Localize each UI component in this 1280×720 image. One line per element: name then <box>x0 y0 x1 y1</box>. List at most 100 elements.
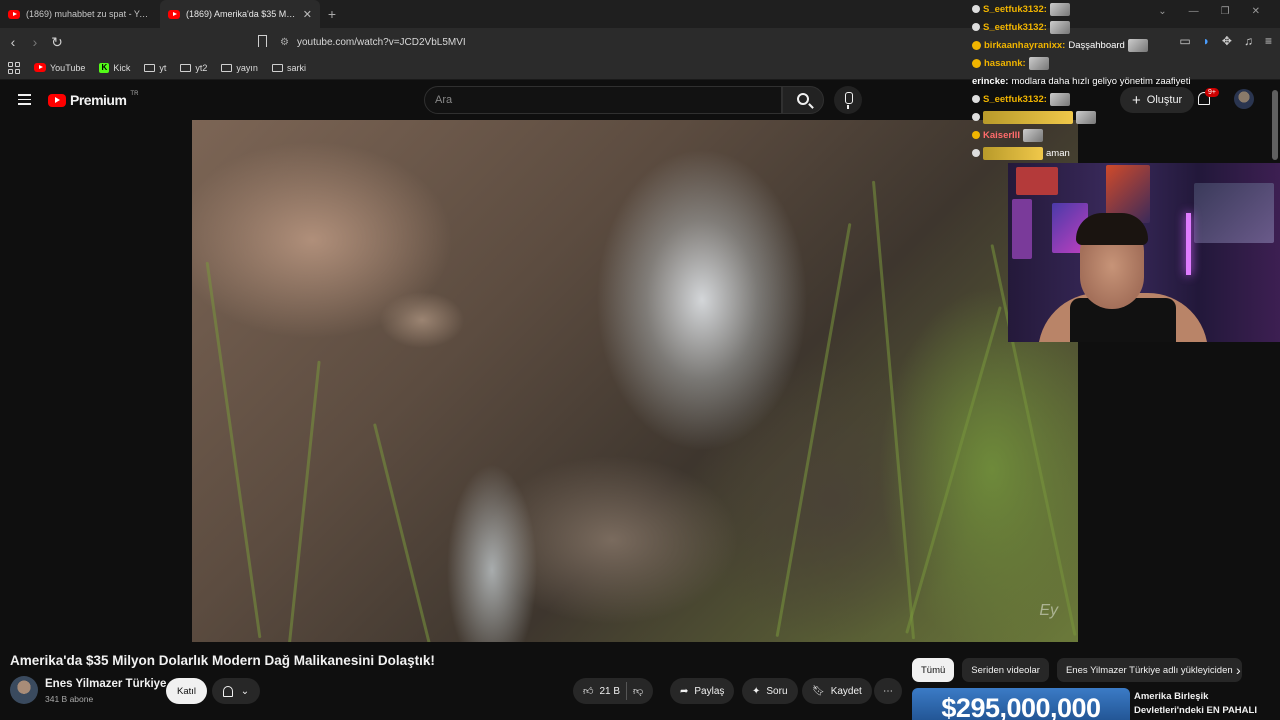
share-button[interactable]: ➦ Paylaş <box>670 678 735 704</box>
search-input[interactable]: Ara <box>424 86 782 114</box>
subscribed-notification-button[interactable]: ⌄ <box>212 678 260 704</box>
channel-watermark[interactable]: Ey <box>1039 602 1058 620</box>
youtube-favicon-icon <box>8 9 20 19</box>
forward-icon[interactable]: › <box>24 34 46 50</box>
chat-message: Daşşahboard <box>1068 39 1125 51</box>
browser-tab[interactable]: (1869) muhabbet zu spat - YouTube <box>0 0 160 28</box>
folder-icon <box>180 63 192 72</box>
chip-series[interactable]: Seriden videolar <box>962 658 1049 682</box>
chat-message: modlara daha hızlı geliyo yönetim zaafiy… <box>1011 75 1191 87</box>
chat-line: birkaanhayranixx: Daşşahboard <box>968 36 1198 54</box>
emote-icon <box>1022 128 1043 142</box>
ask-label: Soru <box>766 685 788 697</box>
chat-user: S_eetfuk3132: <box>983 3 1047 15</box>
bookmark-label: Kick <box>113 62 131 73</box>
emote-icon <box>1049 20 1070 34</box>
maximize-icon[interactable]: ❐ <box>1221 6 1230 17</box>
folder-icon <box>221 63 233 72</box>
url-text: youtube.com/watch?v=JCD2VbL5MVI <box>296 36 466 48</box>
chat-line: KaiserIII <box>968 126 1198 144</box>
youtube-logo-icon <box>48 93 66 107</box>
emote-icon <box>1049 92 1070 106</box>
menu-icon[interactable]: ≡ <box>1265 34 1272 48</box>
streamer-webcam <box>1008 163 1280 342</box>
recommended-thumbnail[interactable]: $295,000,000 <box>912 688 1130 720</box>
music-icon[interactable]: ♫ <box>1244 34 1253 48</box>
video-title: Amerika'da $35 Milyon Dolarlık Modern Da… <box>10 653 435 668</box>
voice-search-icon[interactable] <box>834 86 862 114</box>
search-button[interactable] <box>782 86 824 114</box>
join-button[interactable]: Katıl <box>166 678 208 704</box>
recommended-title[interactable]: Amerika Birleşik Devletleri'ndeki EN PAH… <box>1134 690 1264 718</box>
extensions-icon[interactable]: ✥ <box>1222 34 1232 48</box>
chat-user: hasannk: <box>984 57 1026 69</box>
save-label: Kaydet <box>830 685 862 697</box>
search-icon <box>797 93 809 105</box>
chat-message: aman <box>1046 147 1070 159</box>
back-icon[interactable]: ‹ <box>2 34 24 50</box>
hamburger-menu-icon[interactable] <box>18 94 31 105</box>
folder-icon <box>144 63 156 72</box>
coin-badge-icon <box>972 58 981 68</box>
chip-uploader[interactable]: Enes Yilmazer Türkiye adlı yükleyiciden <box>1056 658 1242 682</box>
site-info-icon[interactable]: ⚙ <box>280 37 289 48</box>
subscriber-count: 341 B abone <box>45 694 94 704</box>
save-button[interactable]: 🔖︎ Kaydet <box>802 678 872 704</box>
emote-icon <box>983 110 1073 124</box>
skull-badge-icon <box>972 95 980 103</box>
like-dislike-group: 👍︎ 21 B 👎︎ <box>573 678 654 704</box>
bookmark-kick[interactable]: K Kick <box>99 62 131 73</box>
chat-user: KaiserIII <box>983 129 1020 141</box>
emote-icon <box>1049 2 1070 16</box>
bookmark-folder-sarki[interactable]: sarki <box>271 62 306 73</box>
chip-all[interactable]: Tümü <box>912 658 955 682</box>
logo-region: TR <box>130 91 139 97</box>
coin-badge-icon <box>972 40 981 50</box>
chat-line <box>968 108 1198 126</box>
thumbnail-text: $295,000,000 <box>941 692 1101 720</box>
emote-icon <box>983 146 1043 160</box>
ask-button[interactable]: ✦ Soru <box>742 678 798 704</box>
chat-user: S_eetfuk3132: <box>983 93 1047 105</box>
bookmark-youtube[interactable]: YouTube <box>34 63 85 73</box>
bookmark-label: YouTube <box>50 62 86 73</box>
more-actions-button[interactable]: ⋯ <box>874 678 902 704</box>
bookmark-label: yt2 <box>195 62 208 73</box>
kick-icon: K <box>99 62 110 73</box>
dislike-button[interactable]: 👎︎ <box>633 685 643 697</box>
close-window-icon[interactable]: ✕ <box>1252 6 1260 17</box>
url-field[interactable]: ⚙ youtube.com/watch?v=JCD2VbL5MVI <box>280 33 466 51</box>
chat-line: S_eetfuk3132: <box>968 0 1198 18</box>
new-tab-icon[interactable]: + <box>320 6 344 22</box>
bookmark-icon[interactable] <box>258 35 267 47</box>
page-scrollbar[interactable] <box>1272 90 1278 160</box>
account-avatar[interactable] <box>1234 89 1254 109</box>
chevron-right-icon[interactable]: › <box>1236 662 1241 678</box>
channel-avatar[interactable] <box>10 676 38 704</box>
apps-icon[interactable] <box>8 61 20 74</box>
tab-title: (1869) muhabbet zu spat - YouTube <box>26 9 152 19</box>
video-player[interactable]: Ey <box>192 120 1078 642</box>
like-button[interactable]: 👍︎ 21 B <box>583 685 620 698</box>
close-tab-icon[interactable]: ✕ <box>303 8 312 21</box>
bookmark-folder-yt[interactable]: yt <box>144 63 166 73</box>
bell-icon <box>222 685 233 697</box>
youtube-premium-logo[interactable]: Premium TR <box>48 91 139 108</box>
media-icon[interactable]: ◗ <box>1203 34 1210 48</box>
emote-icon <box>1028 56 1049 70</box>
tab-title: (1869) Amerika'da $35 Milyon D <box>186 9 297 19</box>
reload-icon[interactable]: ↻ <box>46 34 68 51</box>
chat-line: S_eetfuk3132: <box>968 90 1198 108</box>
bookmark-folder-yt2[interactable]: yt2 <box>180 63 207 73</box>
thumbs-down-icon: 👎︎ <box>633 686 644 697</box>
chat-line: erincke: modlara daha hızlı geliyo yönet… <box>968 72 1198 90</box>
youtube-favicon-icon <box>168 9 180 19</box>
bookmark-label: yt <box>159 62 167 73</box>
thumbs-up-icon: 👍︎ <box>583 686 594 697</box>
more-horizontal-icon: ⋯ <box>883 685 893 697</box>
browser-tab-active[interactable]: (1869) Amerika'da $35 Milyon D ✕ <box>160 0 320 28</box>
bookmark-label: sarki <box>286 62 306 73</box>
channel-name[interactable]: Enes Yilmazer Türkiye <box>45 678 166 690</box>
bookmark-folder-yayin[interactable]: yayın <box>221 63 258 73</box>
save-bookmark-icon: 🔖︎ <box>812 685 825 697</box>
